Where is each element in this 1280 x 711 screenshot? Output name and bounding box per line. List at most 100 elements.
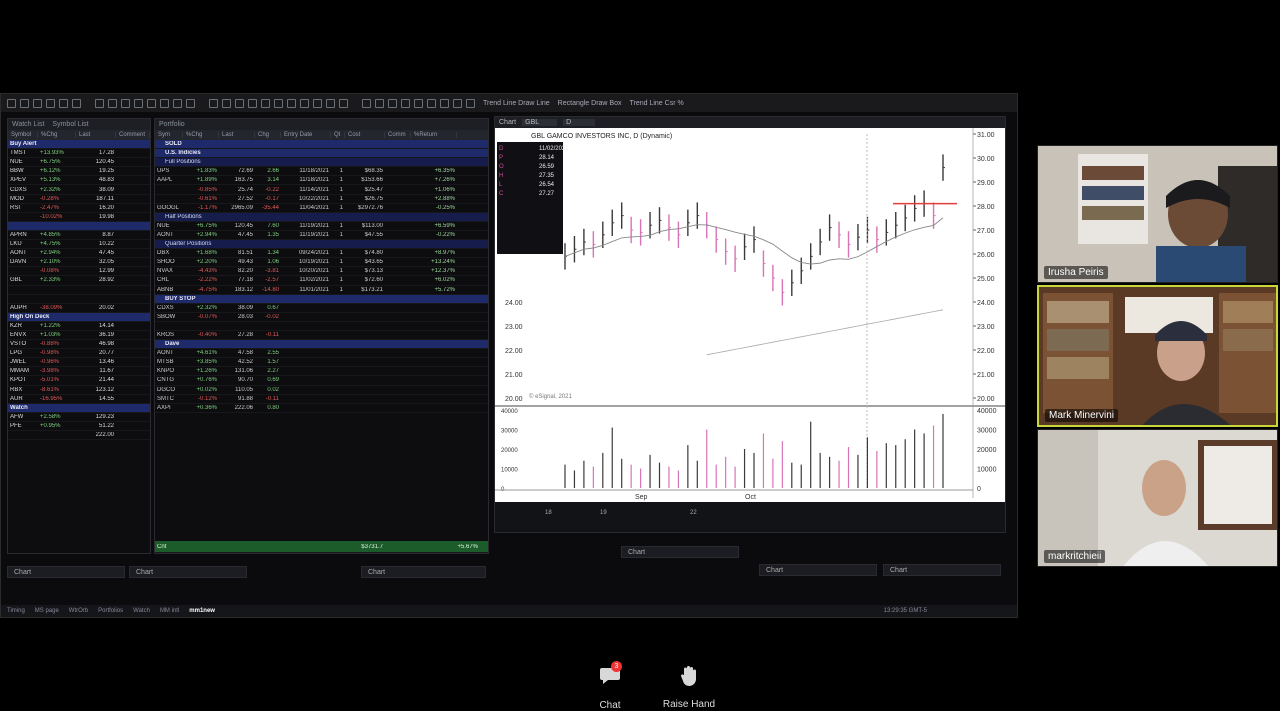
watchlist-group-header[interactable]: Watch — [8, 403, 150, 413]
toolbar-tool-icon[interactable] — [59, 98, 68, 108]
portfolio-row[interactable]: CDXS +2.32% 38.09 0.67 — [155, 304, 488, 313]
toolbar-tool-icon[interactable] — [287, 98, 296, 108]
toolbar-tool-icon[interactable] — [108, 98, 117, 108]
chart-tab[interactable]: Chart — [499, 119, 516, 126]
toolbar-tool-button[interactable]: Rectangle Draw Box — [558, 100, 622, 107]
toolbar-tool-icon[interactable] — [20, 98, 29, 108]
col-pctchg[interactable]: %Chg — [38, 132, 76, 138]
portfolio-col-header[interactable]: Comm — [385, 132, 411, 138]
toolbar-tool-button[interactable]: Trend Line Csr % — [629, 100, 683, 107]
toolbar-tool-icon[interactable] — [414, 98, 423, 108]
portfolio-section-header[interactable]: Full Positions — [155, 158, 488, 168]
portfolio-section-header[interactable]: BUY STOP — [155, 294, 488, 304]
portfolio-row[interactable] — [155, 322, 488, 331]
watchlist-row[interactable]: RBX -8.61% 123.12 — [8, 386, 150, 395]
watchlist-row[interactable]: 222.00 — [8, 431, 150, 441]
watchlist-row[interactable]: AUR -16.95% 14.55 — [8, 395, 150, 404]
portfolio-section-header[interactable]: Half Positions — [155, 212, 488, 222]
raise-hand-button[interactable]: Raise Hand — [660, 665, 718, 710]
portfolio-row[interactable]: MTSB +3.85% 42.52 1.57 — [155, 358, 488, 368]
toolbar-tool-button[interactable]: Trend Line Draw Line — [483, 100, 550, 107]
col-symbol[interactable]: Symbol — [8, 132, 38, 138]
watchlist-row[interactable]: MOD -0.28% 187.11 — [8, 195, 150, 204]
toolbar-tool-icon[interactable] — [95, 98, 104, 108]
toolbar-tool-icon[interactable] — [160, 98, 169, 108]
mini-chart-panel-4[interactable]: Chart — [621, 546, 739, 558]
watchlist-group-header[interactable] — [8, 221, 150, 231]
tab-portfolio[interactable]: Portfolio — [159, 121, 185, 128]
watchlist-row[interactable]: VSTO -0.88% 46.98 — [8, 340, 150, 350]
toolbar-tool-icon[interactable] — [401, 98, 410, 108]
toolbar-tool-icon[interactable] — [173, 98, 182, 108]
portfolio-row[interactable]: SBOW -0.07% 28.03 -0.02 — [155, 313, 488, 322]
watchlist-row[interactable]: CDXS +2.32% 38.09 — [8, 185, 150, 195]
portfolio-row[interactable]: SHOO +2.20% 49.43 1.06 10/19/2021 1 $43.65 +13.… — [155, 258, 488, 268]
watchlist-row[interactable]: NUE +6.75% 120.45 — [8, 158, 150, 168]
toolbar-tool-icon[interactable] — [147, 98, 156, 108]
portfolio-row[interactable]: ABNB -4.75% 183.12 -14.80 11/01/2021 1 $173.21… — [155, 286, 488, 295]
toolbar-tool-icon[interactable] — [453, 98, 462, 108]
portfolio-col-header[interactable]: %Chg — [183, 132, 219, 138]
toolbar-tool-icon[interactable] — [46, 98, 55, 108]
watchlist-group-header[interactable]: High On Deck — [8, 312, 150, 322]
mini-chart-panel-6[interactable]: Chart — [883, 564, 1001, 576]
portfolio-row[interactable]: GOOGL -1.17% 2965.09 -35.44 11/04/2021 1 $2972… — [155, 204, 488, 213]
portfolio-row[interactable]: SMTC -0.12% 91.88 -0.11 — [155, 395, 488, 404]
status-tab[interactable]: Timing — [7, 608, 25, 614]
portfolio-row[interactable]: CRL -2.22% 77.18 -2.57 11/02/2021 1 $72.60 +6.0… — [155, 276, 488, 286]
status-tab[interactable]: Portfolios — [98, 608, 123, 614]
watchlist-row[interactable]: -10.02% 19.98 — [8, 213, 150, 222]
status-tab[interactable]: mm1new — [189, 608, 215, 614]
mini-chart-panel-2[interactable]: Chart — [129, 566, 247, 578]
portfolio-section-header[interactable]: SOLD — [155, 140, 488, 150]
watchlist-group-header[interactable]: Buy Alert — [8, 140, 150, 150]
toolbar-tool-icon[interactable] — [313, 98, 322, 108]
watchlist-row[interactable]: BBW +6.12% 19.25 — [8, 167, 150, 177]
toolbar-tool-icon[interactable] — [300, 98, 309, 108]
toolbar-tool-icon[interactable] — [274, 98, 283, 108]
portfolio-col-header[interactable]: Sym — [155, 132, 183, 138]
video-tile-minervini[interactable]: Mark Minervini — [1037, 285, 1278, 427]
toolbar-tool-icon[interactable] — [427, 98, 436, 108]
portfolio-row[interactable]: AONT +4.61% 47.58 2.55 — [155, 349, 488, 359]
watchlist-row[interactable]: AONT +2.94% 47.45 — [8, 249, 150, 259]
portfolio-row[interactable]: AONT +2.94% 47.45 1.35 11/19/2021 1 $47.55 -0.2… — [155, 231, 488, 241]
portfolio-row[interactable]: DBX +1.68% 81.51 1.34 09/24/2021 1 $74.80 +8.97… — [155, 249, 488, 259]
toolbar-tool-icon[interactable] — [248, 98, 257, 108]
toolbar-tool-icon[interactable] — [388, 98, 397, 108]
chart-symbol-input[interactable]: GBL — [522, 119, 558, 126]
portfolio-section-header[interactable]: Dave — [155, 340, 488, 350]
mini-chart-panel-3[interactable]: Chart — [361, 566, 486, 578]
portfolio-section-header[interactable]: Quarter Positions — [155, 240, 488, 250]
portfolio-col-header[interactable]: Last — [219, 132, 255, 138]
toolbar-tool-icon[interactable] — [134, 98, 143, 108]
portfolio-row[interactable]: KROS -0.40% 27.28 -0.11 — [155, 331, 488, 341]
toolbar-tool-icon[interactable] — [466, 98, 475, 108]
watchlist-row[interactable]: APRN +4.85% 8.87 — [8, 231, 150, 241]
toolbar-tool-icon[interactable] — [7, 98, 16, 108]
status-tab[interactable]: MS page — [35, 608, 59, 614]
mini-chart-panel-5[interactable]: Chart — [759, 564, 877, 576]
status-tab[interactable]: WtrOrb — [69, 608, 88, 614]
tab-watch-list[interactable]: Watch List — [12, 121, 44, 128]
chat-button[interactable]: 3 Chat — [595, 661, 625, 711]
toolbar-tool-icon[interactable] — [222, 98, 231, 108]
portfolio-col-header[interactable]: %Return — [411, 132, 457, 138]
toolbar-tool-icon[interactable] — [440, 98, 449, 108]
portfolio-row[interactable]: AAPL +1.89% 163.75 3.14 11/18/2021 1 $153.66 +7… — [155, 176, 488, 186]
col-comment[interactable]: Comment — [116, 132, 150, 138]
watchlist-row[interactable]: MMAM -3.98% 11.67 — [8, 367, 150, 377]
toolbar-tool-icon[interactable] — [261, 98, 270, 108]
toolbar-tool-icon[interactable] — [33, 98, 42, 108]
col-last[interactable]: Last — [76, 132, 116, 138]
portfolio-row[interactable]: AXPI +0.36% 222.06 0.80 — [155, 404, 488, 413]
toolbar-tool-icon[interactable] — [186, 98, 195, 108]
watchlist-row[interactable]: KZR +1.22% 14.14 — [8, 322, 150, 331]
status-tab[interactable]: Watch — [133, 608, 150, 614]
portfolio-row[interactable]: NVAX -4.43% 82.20 -3.81 10/20/2021 1 $73.13 +12… — [155, 267, 488, 277]
watchlist-row[interactable]: LKU +4.75% 10.22 — [8, 240, 150, 250]
status-tab[interactable]: MM intl — [160, 608, 179, 614]
portfolio-row[interactable]: -0.61% 27.52 -0.17 10/22/2021 1 $26.75 +2.88% — [155, 195, 488, 204]
portfolio-col-header[interactable]: Entry Date — [281, 132, 331, 138]
watchlist-row[interactable] — [8, 295, 150, 304]
